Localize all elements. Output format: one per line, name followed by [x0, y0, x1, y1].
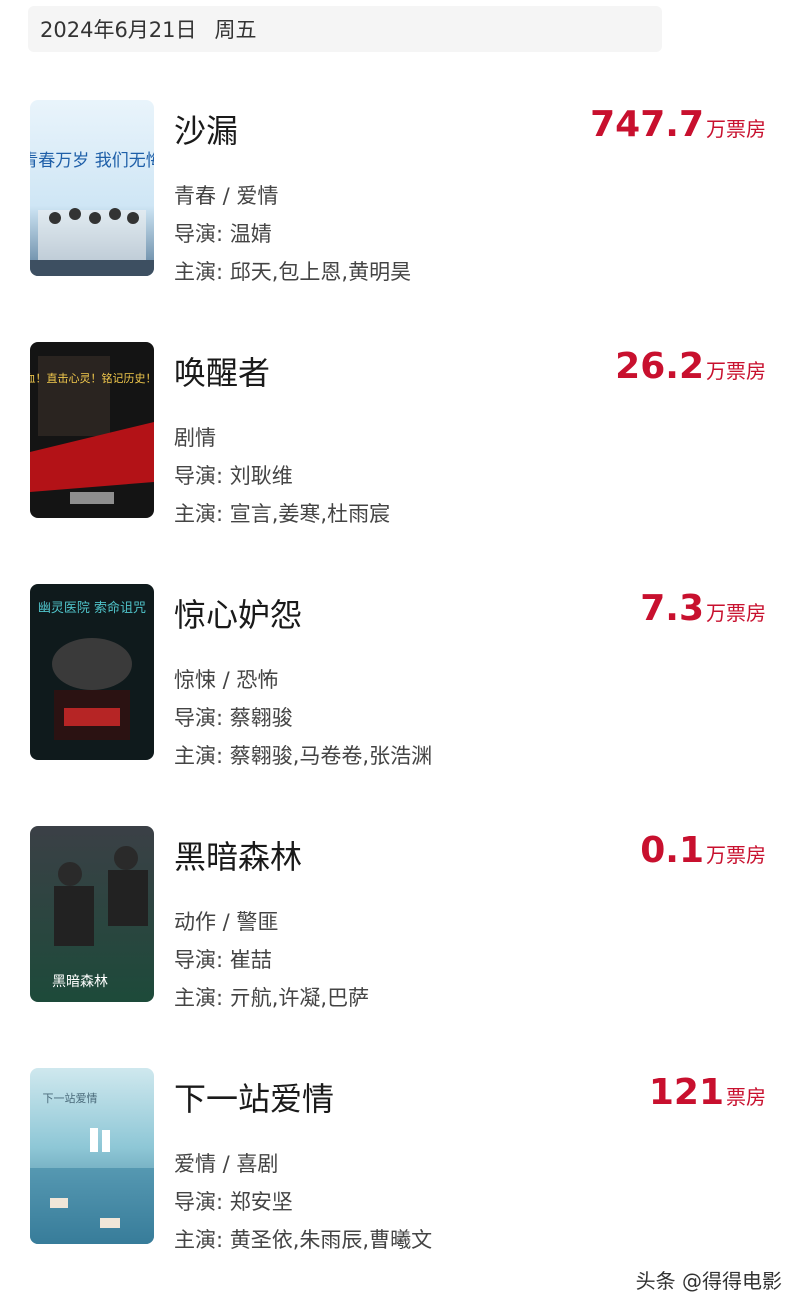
poster-caption: 青春万岁 我们无悔 — [30, 151, 154, 171]
movie-item[interactable]: 下一站爱情 下一站爱情 121 票房 爱情 / 喜剧 导演: 郑安坚 主演: 黄… — [0, 1068, 800, 1252]
movie-genre: 爱情 / 喜剧 — [174, 1152, 279, 1176]
box-office-unit: 万票房 — [706, 359, 766, 383]
movie-item[interactable]: 黑暗森林 黑暗森林 0.1 万票房 动作 / 警匪 导演: 崔喆 主演: 亓航,… — [0, 826, 800, 1010]
movie-director: 导演: 崔喆 — [174, 948, 272, 972]
box-office: 7.3 万票房 — [640, 588, 766, 629]
movie-genre: 剧情 — [174, 426, 216, 450]
box-office: 0.1 万票房 — [640, 830, 766, 871]
box-office-value: 121 — [648, 1072, 724, 1113]
movie-poster[interactable]: 下一站爱情 — [30, 1068, 154, 1244]
date-label: 2024年6月21日 — [40, 18, 197, 42]
box-office: 747.7 万票房 — [590, 104, 766, 145]
movie-cast: 主演: 邱天,包上恩,黄明昊 — [174, 260, 412, 284]
movie-genre: 动作 / 警匪 — [174, 910, 279, 934]
box-office-unit: 票房 — [726, 1085, 766, 1109]
movie-title: 沙漏 — [174, 112, 239, 150]
source-watermark: 头条 @得得电影 — [635, 1269, 782, 1293]
movie-poster[interactable]: 青春万岁 我们无悔 — [30, 100, 154, 276]
movie-title: 黑暗森林 — [174, 838, 303, 876]
box-office-value: 7.3 — [640, 588, 704, 629]
movie-title: 惊心妒怨 — [174, 596, 303, 634]
box-office-unit: 万票房 — [706, 843, 766, 867]
movie-cast: 主演: 宣言,姜寒,杜雨宸 — [174, 502, 391, 526]
movie-genre: 惊悚 / 恐怖 — [174, 668, 279, 692]
box-office-value: 0.1 — [640, 830, 704, 871]
poster-caption: 幽灵医院 索命诅咒 — [38, 600, 146, 616]
poster-caption: 高燃热血！直击心灵！铭记历史！ — [30, 371, 154, 385]
movie-title: 唤醒者 — [174, 354, 271, 392]
movie-genre: 青春 / 爱情 — [174, 184, 279, 208]
poster-caption: 黑暗森林 — [52, 974, 108, 990]
movie-director: 导演: 刘耿维 — [174, 464, 293, 488]
movie-title: 下一站爱情 — [174, 1080, 335, 1118]
box-office: 26.2 万票房 — [615, 346, 766, 387]
weekday-label: 周五 — [214, 18, 257, 42]
movie-item[interactable]: 高燃热血！直击心灵！铭记历史！ 唤醒者 26.2 万票房 剧情 导演: 刘耿维 … — [0, 342, 800, 526]
movie-cast: 主演: 黄圣依,朱雨辰,曹曦文 — [174, 1228, 433, 1252]
movie-cast: 主演: 蔡翱骏,马卷卷,张浩渊 — [174, 744, 433, 768]
date-header: 2024年6月21日 周五 — [28, 6, 662, 52]
box-office-unit: 万票房 — [706, 601, 766, 625]
movie-item[interactable]: 幽灵医院 索命诅咒 惊心妒怨 7.3 万票房 惊悚 / 恐怖 导演: 蔡翱骏 主… — [0, 584, 800, 768]
movie-poster[interactable]: 黑暗森林 — [30, 826, 154, 1002]
movie-cast: 主演: 亓航,许凝,巴萨 — [174, 986, 370, 1010]
box-office-value: 747.7 — [590, 104, 704, 145]
box-office-value: 26.2 — [615, 346, 704, 387]
movie-director: 导演: 温婧 — [174, 222, 272, 246]
box-office-unit: 万票房 — [706, 117, 766, 141]
box-office: 121 票房 — [649, 1072, 766, 1113]
movie-poster[interactable]: 高燃热血！直击心灵！铭记历史！ — [30, 342, 154, 518]
movie-director: 导演: 蔡翱骏 — [174, 706, 293, 730]
movie-poster[interactable]: 幽灵医院 索命诅咒 — [30, 584, 154, 760]
movie-item[interactable]: 青春万岁 我们无悔 沙漏 747.7 万票房 青春 / 爱情 导演: 温婧 主演… — [0, 100, 800, 284]
poster-caption: 下一站爱情 — [43, 1091, 98, 1105]
movie-director: 导演: 郑安坚 — [174, 1190, 293, 1214]
